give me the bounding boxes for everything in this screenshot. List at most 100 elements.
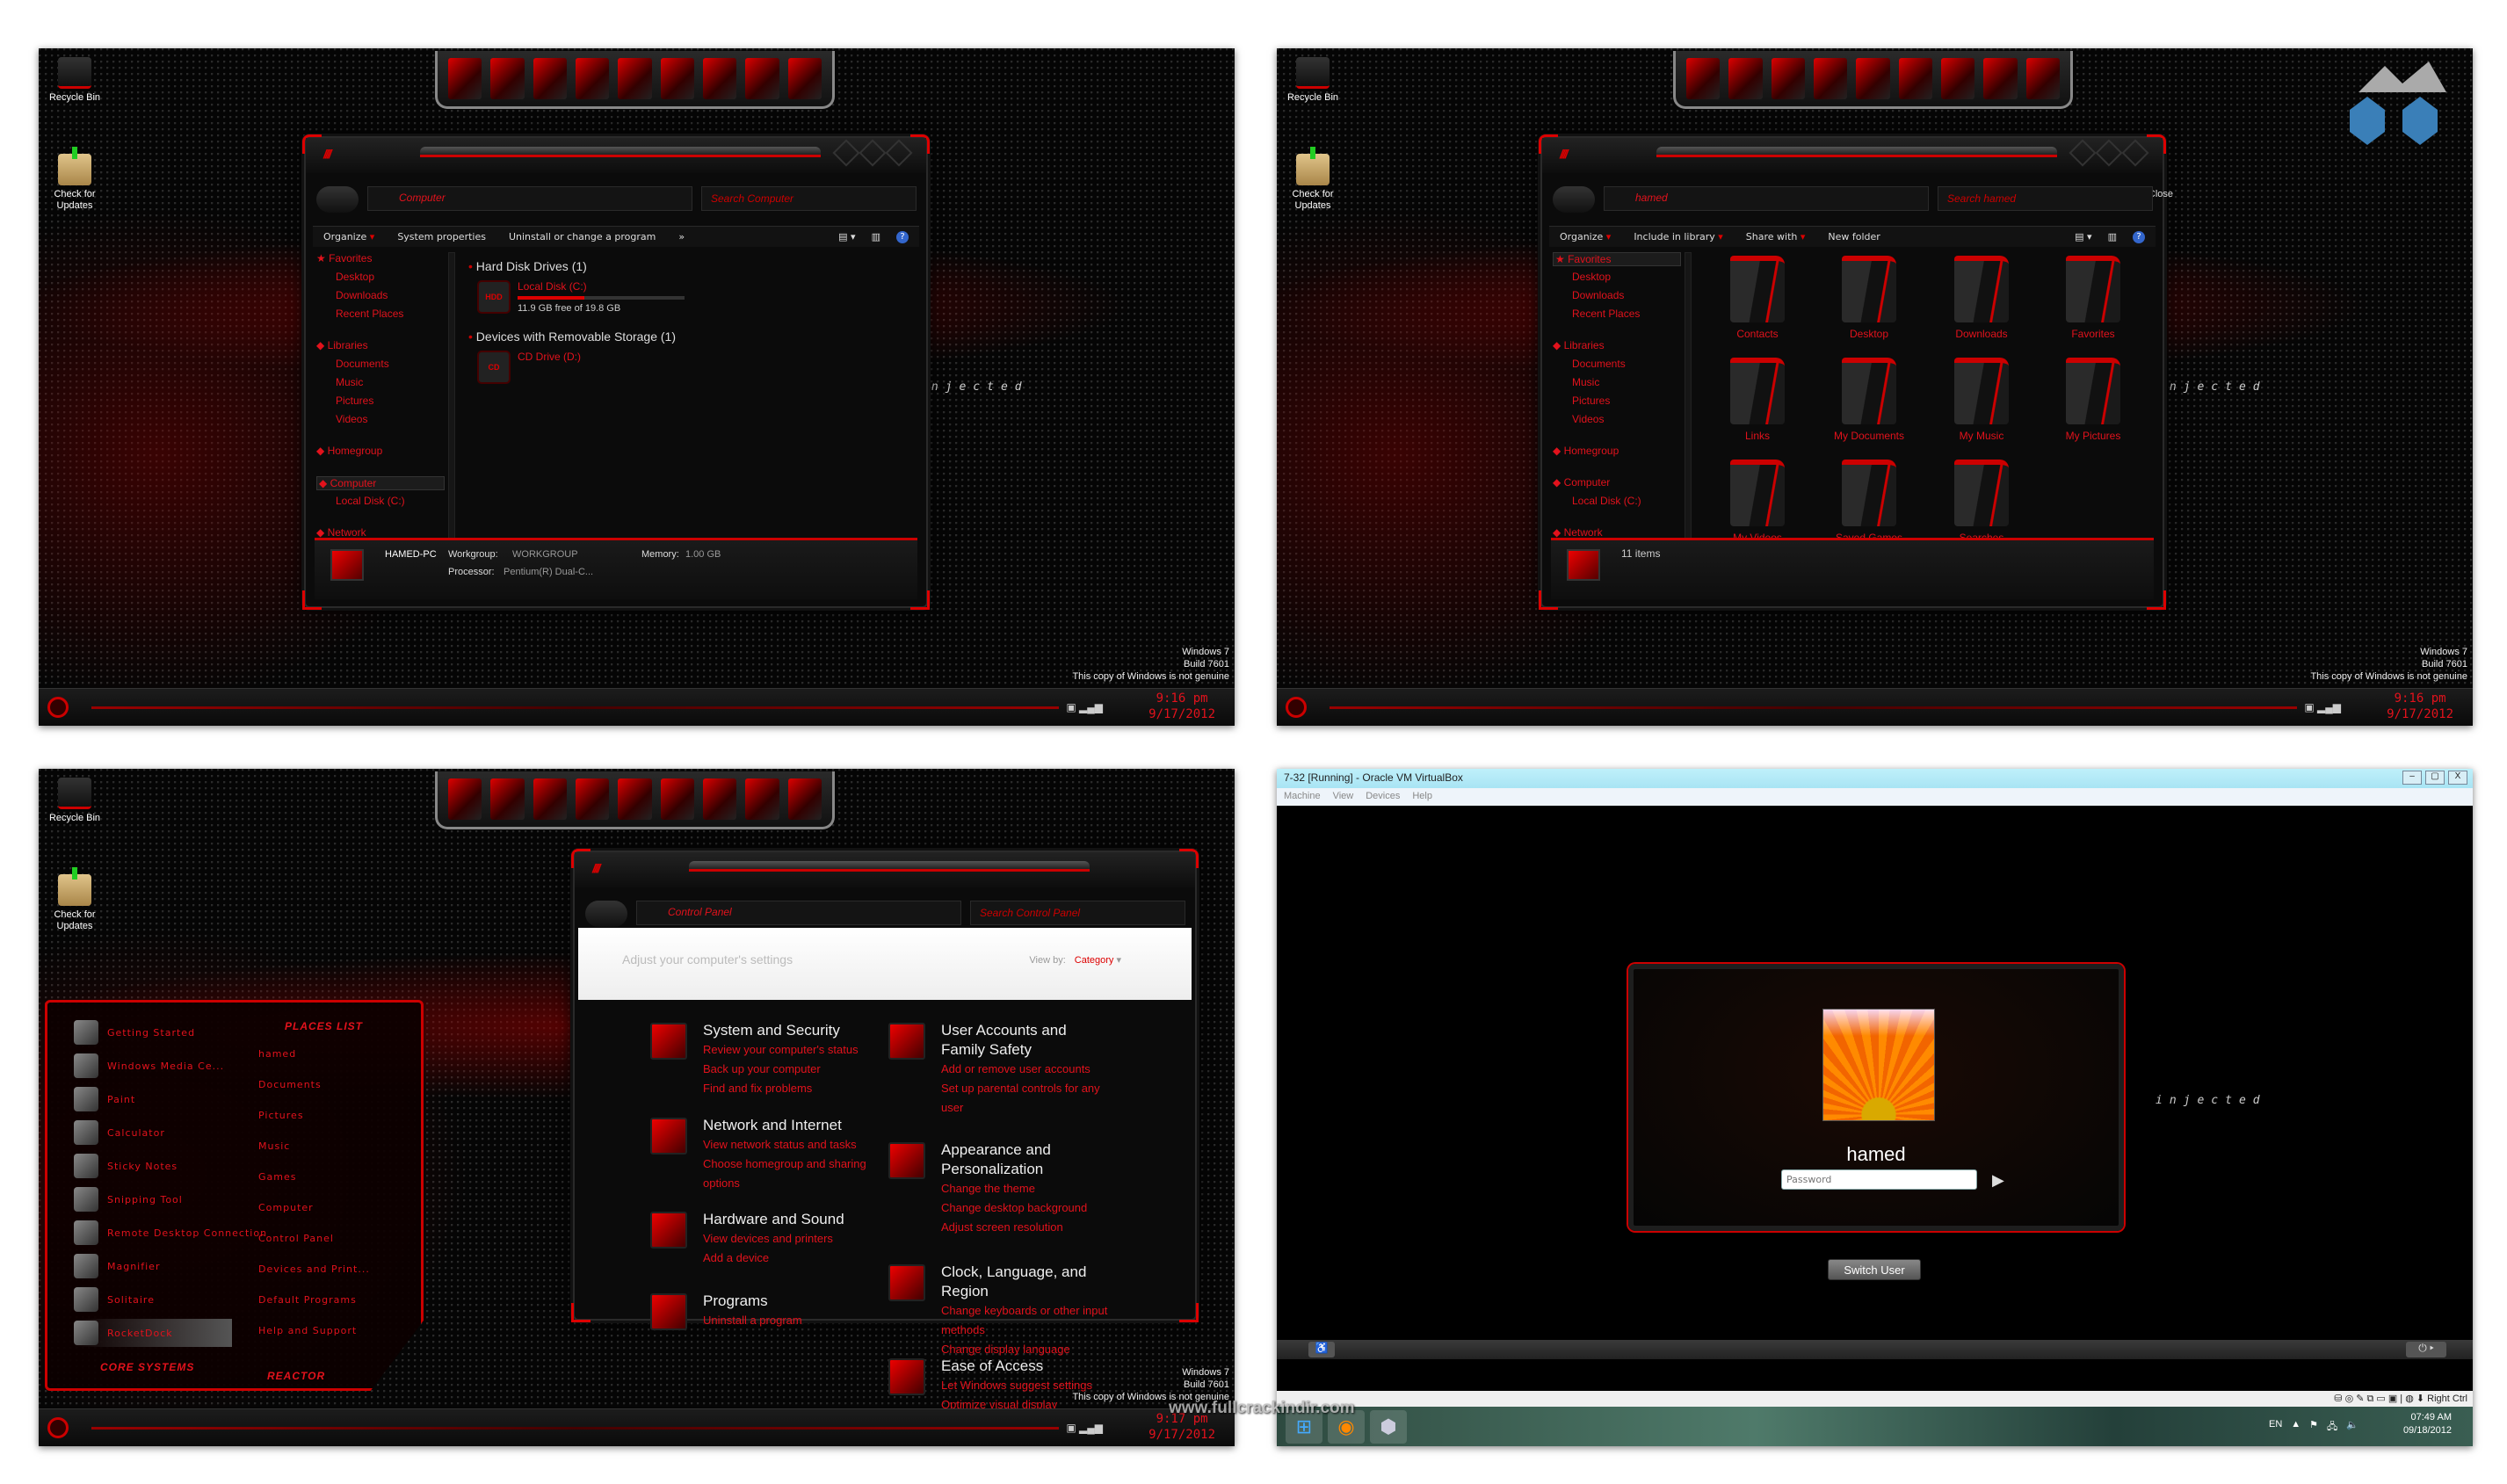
action-center-flag-icon[interactable]: ⚑ (2309, 1419, 2318, 1436)
category-title[interactable]: Hardware and Sound (703, 1210, 879, 1229)
search-input[interactable]: Search Control Panel (970, 901, 1185, 925)
dock-item[interactable] (448, 58, 482, 99)
category-icon[interactable] (650, 1023, 687, 1060)
nav-item[interactable]: ◆ Libraries (316, 339, 368, 351)
close-button[interactable] (885, 139, 913, 167)
title-bar[interactable]: //// (575, 852, 1195, 887)
drive-name[interactable]: Local Disk (C:) (518, 280, 587, 293)
dock-item[interactable] (575, 778, 610, 820)
start-place-item[interactable]: Computer (258, 1202, 314, 1213)
group-header[interactable]: Devices with Removable Storage (1) (468, 329, 676, 344)
nav-scrollbar[interactable] (1685, 252, 1692, 542)
category-link[interactable]: Choose homegroup and sharing options (703, 1155, 879, 1193)
host-clock[interactable]: 07:49 AM 09/18/2012 (2403, 1411, 2452, 1437)
minimize-button[interactable] (832, 139, 860, 167)
category-link[interactable]: Review your computer's status (703, 1040, 879, 1060)
folder-item[interactable]: Links (1705, 358, 1810, 442)
nav-item[interactable]: ◆ Homegroup (1553, 445, 1619, 457)
network-tray-icon[interactable]: ▣ ▂▄▆ (2304, 701, 2341, 713)
start-orb[interactable] (47, 697, 69, 718)
nav-item[interactable]: Downloads (1572, 289, 1624, 301)
nav-scrollbar[interactable] (448, 252, 455, 542)
drive-name[interactable]: CD Drive (D:) (518, 351, 581, 363)
virtualbox-title-bar[interactable]: 7-32 [Running] - Oracle VM VirtualBox – ▢… (1277, 769, 2473, 788)
nav-item[interactable]: Desktop (336, 271, 374, 283)
address-bar[interactable]: hamed (1604, 186, 1929, 211)
dock-item[interactable] (1686, 58, 1721, 99)
dock-item[interactable] (1940, 58, 1975, 99)
start-place-item[interactable]: Help and Support (258, 1325, 357, 1336)
category-link[interactable]: Change keyboards or other input methods (941, 1301, 1108, 1340)
address-bar[interactable]: Computer (367, 186, 692, 211)
category-link[interactable]: Change desktop background (941, 1198, 1108, 1218)
nav-item[interactable]: Local Disk (C:) (1572, 495, 1641, 507)
toolbar-button[interactable]: Organize (1560, 231, 1611, 243)
shutdown-button[interactable]: ⏻ ▸ (2406, 1342, 2446, 1357)
dock-item[interactable] (1856, 58, 1890, 99)
start-place-item[interactable]: Pictures (258, 1110, 304, 1121)
category-icon[interactable] (888, 1264, 925, 1301)
category-icon[interactable] (650, 1212, 687, 1249)
nav-item[interactable]: Documents (1572, 358, 1626, 370)
start-program-item[interactable]: Solitaire (74, 1285, 155, 1314)
password-input[interactable] (1781, 1169, 1977, 1190)
nav-item[interactable]: Videos (1572, 413, 1604, 425)
toolbar-button[interactable]: Organize (323, 231, 374, 243)
nav-item[interactable]: ★ Favorites (1553, 252, 1681, 266)
start-program-item[interactable]: Sticky Notes (74, 1152, 178, 1180)
start-place-item[interactable]: hamed (258, 1048, 296, 1060)
category-title[interactable]: System and Security (703, 1021, 879, 1040)
language-indicator[interactable]: EN (2269, 1419, 2282, 1436)
dock-item[interactable] (1728, 58, 1763, 99)
taskbar-clock[interactable]: 9:16 pm 9/17/2012 (2387, 691, 2453, 722)
ease-of-access-icon[interactable]: ♿ (1308, 1342, 1335, 1357)
preview-pane-icon[interactable]: ▥ (872, 231, 880, 243)
check-updates-shortcut[interactable]: Check for Updates (1282, 147, 1344, 212)
folder-item[interactable]: Downloads (1929, 256, 2034, 340)
recycle-bin-shortcut[interactable]: Recycle Bin (1282, 57, 1344, 104)
dock-item[interactable] (745, 778, 779, 820)
category-icon[interactable] (888, 1142, 925, 1179)
vbox-menu-item[interactable]: Help (1412, 791, 1432, 803)
vbox-menu-item[interactable]: View (1333, 791, 1354, 803)
preview-pane-icon[interactable]: ▥ (2108, 231, 2117, 243)
category-title[interactable]: Network and Internet (703, 1116, 879, 1135)
reactor-button[interactable]: REACTOR (267, 1370, 325, 1382)
category-icon[interactable] (888, 1023, 925, 1060)
dock-item[interactable] (745, 58, 779, 99)
nav-item[interactable]: Music (336, 376, 363, 388)
back-forward-buttons[interactable] (316, 186, 359, 213)
nav-item[interactable]: Pictures (1572, 395, 1610, 407)
category-link[interactable]: Find and fix problems (703, 1079, 879, 1098)
category-link[interactable]: View network status and tasks (703, 1135, 879, 1155)
nav-item[interactable]: ◆ Libraries (1553, 339, 1605, 351)
start-orb[interactable] (47, 1417, 69, 1438)
dock-item[interactable] (490, 58, 525, 99)
category-link[interactable]: View devices and printers (703, 1229, 879, 1249)
dock-item[interactable] (575, 58, 610, 99)
category-link[interactable]: Set up parental controls for any user (941, 1079, 1108, 1118)
start-program-item[interactable]: Magnifier (74, 1252, 160, 1280)
dock-item[interactable] (618, 778, 652, 820)
nav-item[interactable]: Pictures (336, 395, 373, 407)
nav-item[interactable]: ◆ Network (316, 526, 366, 539)
start-program-item[interactable]: Remote Desktop Connection (74, 1219, 267, 1247)
nav-item[interactable]: Videos (336, 413, 367, 425)
folder-item[interactable]: My Pictures (2040, 358, 2146, 442)
start-program-item[interactable]: Getting Started (74, 1018, 195, 1046)
title-bar[interactable]: //// (306, 138, 926, 173)
help-icon[interactable]: ? (2133, 231, 2145, 243)
virtualbox-icon[interactable]: ⬢ (1370, 1410, 1407, 1444)
network-tray-icon[interactable]: ▣ ▂▄▆ (1066, 701, 1103, 713)
search-input[interactable]: Search Computer (701, 186, 917, 211)
check-updates-shortcut[interactable]: Check for Updates (44, 147, 105, 212)
dock-item[interactable] (618, 58, 652, 99)
search-input[interactable]: Search hamed (1938, 186, 2153, 211)
category-title[interactable]: Clock, Language, and Region (941, 1263, 1108, 1301)
nav-item[interactable]: Music (1572, 376, 1599, 388)
maximize-button[interactable]: ▢ (2425, 771, 2445, 785)
title-bar[interactable]: //// (1542, 138, 2163, 173)
category-title[interactable]: Programs (703, 1292, 879, 1311)
dock-item[interactable] (448, 778, 482, 820)
maximize-button[interactable] (2095, 139, 2123, 167)
